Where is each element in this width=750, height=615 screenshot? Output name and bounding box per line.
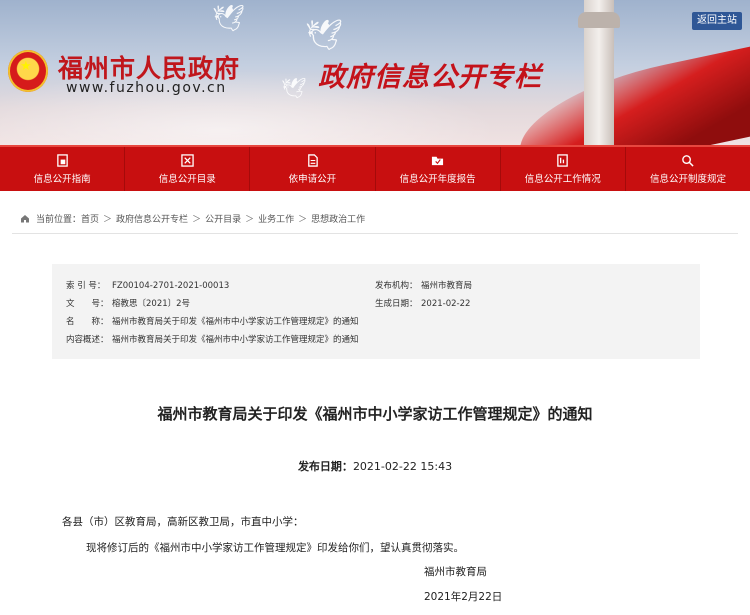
site-url: www.fuzhou.gov.cn [66, 80, 227, 96]
search-icon [682, 154, 695, 167]
info-publisher: 发布机构： 福州市教育局 [375, 279, 472, 291]
breadcrumb-separator: ＞ [103, 215, 113, 225]
nav-item-label: 信息公开制度规定 [649, 173, 726, 185]
main-nav: 信息公开指南 信息公开目录 依申请公开 信息公开年度报告 信息公开工作情况 信息… [0, 145, 750, 191]
dove-decoration: 🕊 [305, 18, 344, 53]
nav-item-catalog[interactable]: 信息公开目录 [124, 147, 249, 191]
breadcrumb-link-business[interactable]: 业务工作 [258, 212, 294, 225]
article-signature: 福州市教育局 [424, 566, 487, 578]
info-value: 2021-02-22 [421, 299, 471, 309]
document-info-box: 索 引 号： FZ00104-2701-2021-00013 发布机构： 福州市教育… [52, 264, 700, 359]
folder-icon [432, 156, 444, 165]
huabiao-pillar-decoration [578, 0, 620, 145]
publish-date-label: 发布日期： [297, 460, 353, 473]
nav-item-guide[interactable]: 信息公开指南 [0, 147, 124, 191]
info-label: 生成日期： [375, 299, 418, 309]
nav-item-annual-report[interactable]: 信息公开年度报告 [374, 147, 500, 191]
breadcrumb-link-special[interactable]: 政府信息公开专栏 [116, 212, 188, 225]
dove-decoration: 🕊 [281, 76, 307, 100]
breadcrumb-link-catalog[interactable]: 公开目录 [205, 212, 241, 225]
info-value: 福州市教育局关于印发《福州市中小学家访工作管理规定》的通知 [112, 317, 359, 327]
article-salutation: 各县（市）区教育局，高新区教卫局，市直中小学： [62, 516, 304, 528]
red-ribbon-decoration [520, 44, 750, 145]
divider [12, 233, 738, 234]
article-body: 现将修订后的《福州市中小学家访工作管理规定》印发给你们，望认真贯彻落实。 [86, 542, 464, 554]
nav-item-regulations[interactable]: 信息公开制度规定 [624, 147, 750, 191]
info-label: 文 号： [66, 299, 109, 309]
breadcrumb-separator: ＞ [245, 215, 255, 225]
breadcrumb-separator: ＞ [192, 215, 202, 225]
breadcrumb-link-home[interactable]: 首页 [81, 212, 99, 225]
info-label: 名 称： [66, 317, 109, 327]
breadcrumb-separator: ＞ [298, 215, 308, 225]
publish-date-value: 2021-02-22 15:43 [352, 460, 453, 473]
nav-item-label: 依申请公开 [288, 173, 337, 185]
report-icon [557, 153, 569, 167]
publish-date: 发布日期：2021-02-22 15:43 [0, 458, 750, 474]
breadcrumb: 当前位置： 首页 ＞ 政府信息公开专栏 ＞ 公开目录 ＞ 业务工作 ＞ 思想政治… [20, 212, 365, 225]
info-index: 索 引 号： FZ00104-2701-2021-00013 [66, 279, 229, 291]
info-label: 发布机构： [375, 281, 418, 291]
document-icon [308, 153, 318, 167]
nav-item-label: 信息公开年度报告 [399, 173, 476, 185]
back-home-button[interactable]: 返回主站 [692, 12, 742, 30]
nav-item-apply[interactable]: 依申请公开 [249, 147, 374, 191]
info-value: FZ00104-2701-2021-00013 [112, 281, 230, 291]
nav-item-label: 信息公开目录 [158, 173, 216, 185]
national-emblem-icon: ★ [8, 50, 48, 92]
info-summary: 内容概述： 福州市教育局关于印发《福州市中小学家访工作管理规定》的通知 [66, 333, 359, 345]
info-value: 榕教思〔2021〕2号 [112, 299, 191, 309]
section-title: 政府信息公开专栏 [318, 62, 542, 93]
info-value: 福州市教育局 [421, 281, 473, 291]
info-date: 生成日期： 2021-02-22 [375, 297, 470, 309]
catalog-icon [181, 153, 194, 167]
info-label: 索 引 号： [66, 281, 106, 291]
guide-icon [56, 153, 68, 167]
info-doc-number: 文 号： 榕教思〔2021〕2号 [66, 297, 190, 309]
nav-item-label: 信息公开指南 [33, 173, 91, 185]
home-icon [21, 215, 29, 223]
breadcrumb-prefix: 当前位置： [36, 215, 82, 225]
nav-item-work-status[interactable]: 信息公开工作情况 [499, 147, 625, 191]
article-title: 福州市教育局关于印发《福州市中小学家访工作管理规定》的通知 [157, 405, 593, 423]
nav-item-label: 信息公开工作情况 [524, 173, 601, 185]
article-sign-date: 2021年2月22日 [424, 591, 503, 603]
info-label: 内容概述： [66, 335, 109, 345]
breadcrumb-link-current[interactable]: 思想政治工作 [311, 212, 365, 225]
info-name: 名 称： 福州市教育局关于印发《福州市中小学家访工作管理规定》的通知 [66, 315, 359, 327]
header-banner: 🕊 🕊 🕊 ★ 福州市人民政府 www.fuzhou.gov.cn 政府信息公开… [0, 0, 750, 145]
info-value: 福州市教育局关于印发《福州市中小学家访工作管理规定》的通知 [112, 335, 359, 345]
dove-decoration: 🕊 [212, 4, 246, 34]
